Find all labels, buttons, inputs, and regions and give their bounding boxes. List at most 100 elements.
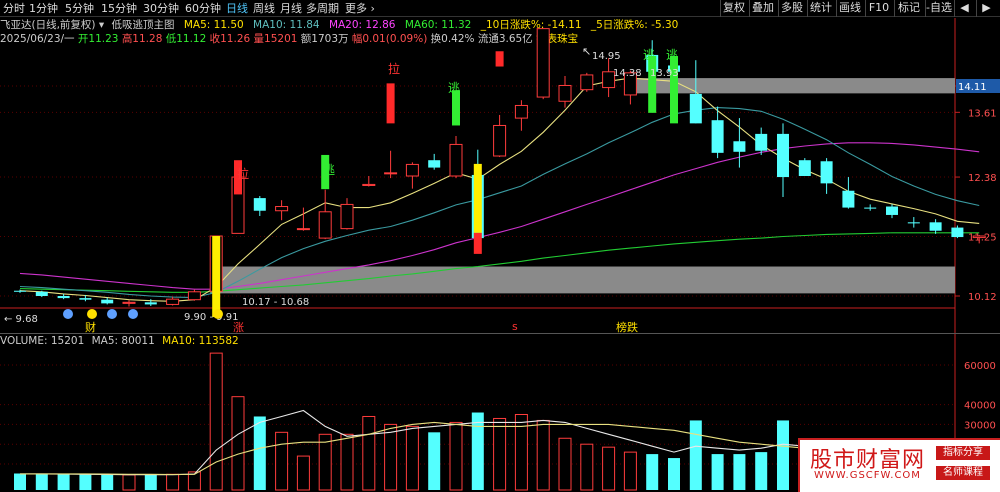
volume-bar-7: [166, 473, 180, 491]
price-axis-label-2: 12.38: [968, 173, 997, 184]
candle-body-23: [514, 104, 528, 119]
left-low-label: ← 9.68: [4, 314, 38, 325]
candle-body-39: [864, 207, 877, 209]
signal-bar-9: [670, 56, 678, 124]
volume-bar-9: [209, 352, 223, 491]
volume-bar-22: [493, 417, 507, 491]
volume-bar-30: [668, 458, 680, 490]
peak-low-label: 14.38: [613, 68, 642, 79]
volume-bar-25: [558, 437, 572, 491]
signal-bar-3: [386, 83, 395, 124]
volume-bar-2: [57, 474, 70, 490]
candle-body-16: [362, 183, 376, 186]
candle-body-38: [842, 190, 855, 208]
volume-bar-16: [362, 415, 376, 491]
volume-bar-17: [384, 423, 398, 491]
support-zone-1: [210, 266, 955, 294]
marker-s: s: [512, 320, 518, 333]
candle-body-43: [951, 227, 964, 238]
volume-header: VOLUME: 15201 MA5: 80011 MA10: 113582: [0, 335, 239, 348]
candle-body-34: [755, 133, 768, 151]
candle-body-22: [493, 124, 507, 157]
candle-body-7: [166, 298, 180, 305]
signal-label-tao-3: 逃: [643, 48, 655, 62]
signal-bar-6: [473, 232, 482, 254]
signal-bar-8: [648, 56, 657, 113]
volume-bar-28: [623, 451, 637, 491]
candle-body-13: [296, 228, 310, 231]
price-volume-chart[interactable]: 14.1113.6112.3811.2510.12600004000030000…: [0, 0, 1000, 492]
volume-bar-26: [580, 443, 594, 491]
candle-body-36: [798, 160, 811, 176]
price-axis-label-1: 13.61: [968, 108, 997, 119]
candle-body-31: [689, 93, 702, 124]
candle-body-24: [536, 28, 550, 98]
volume-bar-0: [14, 473, 26, 490]
volume-bar-12: [275, 431, 289, 491]
candle-body-35: [777, 133, 789, 178]
volume-bar-31: [689, 420, 702, 490]
volume-bar-29: [646, 454, 659, 490]
last-price-label: 14.11: [958, 82, 987, 93]
watermark-url: WWW.GSCFW.COM: [814, 470, 921, 481]
volume-bar-20: [449, 421, 463, 491]
candle-body-6: [144, 302, 157, 305]
volume-bar-1: [35, 473, 48, 490]
candle-body-26: [580, 74, 594, 91]
signal-label-tao-4: 逃: [666, 48, 678, 62]
bottom-signal-marker-3: [128, 309, 138, 319]
volume-bar-19: [428, 432, 441, 490]
volume-bar-18: [405, 425, 419, 491]
candle-body-17: [384, 172, 398, 175]
volume-bar-3: [79, 474, 92, 490]
candle-body-41: [907, 222, 920, 224]
volume-bar-15: [340, 433, 354, 491]
lowbox-range-label: 10.17 - 10.68: [242, 297, 309, 308]
candle-body-25: [558, 84, 572, 102]
volume-bar-4: [101, 474, 114, 490]
volume-bar-24: [536, 419, 550, 491]
candle-body-33: [733, 141, 746, 152]
vol-ma5-label: MA5: 80011: [91, 335, 155, 347]
candle-body-37: [820, 161, 833, 184]
bottom-signal-marker-4: [213, 309, 223, 319]
candle-body-8: [187, 291, 201, 301]
signal-bar-5: [473, 163, 482, 233]
signal-bar-7: [495, 51, 504, 67]
signal-label-la-1: 拉: [237, 166, 249, 181]
candle-body-14: [318, 211, 332, 239]
volume-bar-21: [471, 412, 484, 490]
candle-body-32: [711, 120, 724, 153]
volume-bar-35: [777, 420, 789, 490]
volume-bar-6: [144, 474, 157, 490]
vol-ma10-label: MA10: 113582: [162, 335, 239, 347]
watermark-badge-share: 指标分享: [936, 446, 990, 460]
bottom-signal-marker-2: [107, 309, 117, 319]
candle-body-44: [972, 235, 986, 239]
candle-body-20: [449, 143, 463, 177]
vol-axis-label-0: 60000: [964, 361, 996, 372]
volume-bar-34: [755, 452, 768, 490]
volume-bar-13: [296, 455, 310, 491]
candle-body-19: [428, 160, 441, 168]
volume-bar-10: [231, 396, 245, 491]
marker-cai: 财: [85, 320, 96, 334]
volume-bar-11: [253, 416, 266, 490]
signal-label-la-2: 拉: [388, 61, 400, 76]
volume-bar-32: [711, 454, 724, 490]
signal-label-tao-1: 逃: [323, 163, 335, 177]
candle-body-5: [122, 301, 136, 304]
volume-label: VOLUME: 15201: [0, 335, 85, 347]
candle-body-2: [57, 296, 70, 299]
volume-bar-5: [122, 474, 136, 491]
watermark-logo: 股市财富网 WWW.GSCFW.COM 指标分享 名师课程: [798, 438, 1000, 492]
pane-divider[interactable]: [0, 333, 1000, 334]
candle-body-1: [35, 291, 48, 296]
volume-bar-33: [733, 454, 746, 490]
signal-label-tao-2: 逃: [448, 81, 460, 95]
vol-axis-label-2: 30000: [964, 420, 996, 431]
watermark-badge-course: 名师课程: [936, 466, 990, 480]
candle-body-15: [340, 203, 354, 230]
candle-body-18: [405, 163, 419, 177]
bottom-signal-marker-0: [63, 309, 73, 319]
